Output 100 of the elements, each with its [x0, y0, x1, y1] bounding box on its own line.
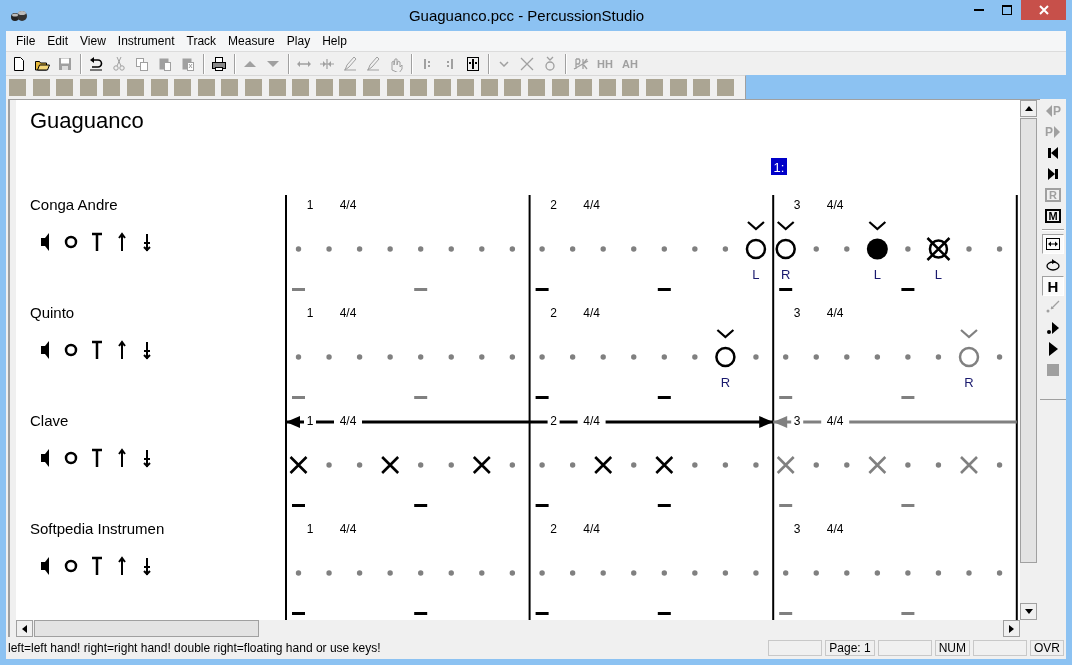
scroll-left-button[interactable] [16, 620, 33, 637]
beat-dot[interactable] [722, 462, 729, 468]
beat-dot[interactable] [509, 462, 516, 468]
beat-dot[interactable] [418, 462, 424, 468]
beat-dot[interactable] [753, 354, 759, 360]
cross-note[interactable] [472, 455, 492, 475]
stem-cross-icon[interactable] [143, 233, 151, 252]
beat-dot[interactable] [844, 246, 850, 252]
beat-dot[interactable] [326, 462, 332, 468]
beat-dot[interactable] [905, 570, 911, 576]
circle-icon[interactable] [64, 235, 78, 249]
beat-dot[interactable] [356, 570, 363, 576]
beat-dot[interactable] [295, 354, 302, 360]
beat-dot[interactable] [813, 462, 819, 468]
beat-dot[interactable] [569, 246, 576, 252]
beat-dot[interactable] [479, 354, 485, 360]
beat-dot[interactable] [600, 246, 606, 252]
beat-dot[interactable] [539, 462, 545, 468]
speaker-icon[interactable] [41, 557, 49, 575]
stem-cross-icon[interactable] [143, 341, 151, 360]
menu-item[interactable]: File [10, 34, 42, 48]
stem-icon[interactable] [90, 340, 104, 361]
beat-dot[interactable] [539, 354, 545, 360]
menu-item[interactable]: Track [180, 34, 223, 48]
beat-dot[interactable] [966, 570, 972, 576]
scroll-up-button[interactable] [1020, 100, 1037, 117]
beat-dot[interactable] [387, 354, 393, 360]
stem-icon[interactable] [90, 556, 104, 577]
beat-dot[interactable] [935, 462, 942, 468]
beat-dot[interactable] [692, 570, 698, 576]
cross-note[interactable] [380, 455, 400, 475]
toolbar-button[interactable] [1042, 234, 1064, 254]
beat-dot[interactable] [813, 570, 819, 576]
beat-dot[interactable] [569, 462, 576, 468]
beat-dot[interactable] [783, 354, 789, 360]
stem-icon[interactable] [90, 448, 104, 469]
beat-dot[interactable] [509, 354, 516, 360]
beat-dot[interactable] [448, 354, 454, 360]
menu-item[interactable]: Help [316, 34, 353, 48]
muted-note[interactable] [926, 236, 951, 262]
beat-dot[interactable] [448, 246, 454, 252]
beat-dot[interactable] [326, 570, 332, 576]
beat-dot[interactable] [905, 462, 911, 468]
toolbar-button[interactable]: M [1042, 206, 1064, 226]
menu-item[interactable]: Play [280, 34, 317, 48]
beat-dot[interactable] [874, 354, 881, 360]
scroll-down-button[interactable] [1020, 603, 1037, 620]
scrollbar-thumb[interactable] [34, 620, 259, 637]
beat-dot[interactable] [418, 354, 424, 360]
beat-dot[interactable] [966, 246, 972, 252]
circle-icon[interactable] [64, 559, 78, 573]
arrow-icon[interactable] [118, 448, 126, 468]
beat-dot[interactable] [631, 246, 637, 252]
beat-dot[interactable] [813, 246, 819, 252]
beat-dot[interactable] [448, 462, 454, 468]
beat-dot[interactable] [509, 570, 516, 576]
beat-dot[interactable] [631, 462, 637, 468]
beat-dot[interactable] [661, 570, 667, 576]
beat-dot[interactable] [326, 354, 332, 360]
beat-dot[interactable] [479, 570, 485, 576]
beat-dot[interactable] [295, 246, 302, 252]
beat-dot[interactable] [509, 246, 516, 252]
open-tone-note[interactable] [715, 346, 736, 368]
open-tone-note[interactable] [745, 238, 767, 260]
circle-icon[interactable] [64, 343, 78, 357]
beat-dot[interactable] [844, 570, 850, 576]
beat-dot[interactable] [600, 570, 606, 576]
speaker-icon[interactable] [41, 449, 49, 467]
scroll-right-button[interactable] [1003, 620, 1020, 637]
beat-dot[interactable] [813, 354, 819, 360]
beat-dot[interactable] [479, 246, 485, 252]
beat-dot[interactable] [387, 570, 393, 576]
beat-dot[interactable] [661, 354, 667, 360]
beat-dot[interactable] [753, 570, 759, 576]
beat-dot[interactable] [905, 354, 911, 360]
speaker-icon[interactable] [41, 341, 49, 359]
beat-dot[interactable] [874, 570, 881, 576]
beat-dot[interactable] [539, 570, 545, 576]
arrow-icon[interactable] [118, 232, 126, 252]
beat-dot[interactable] [905, 246, 911, 252]
beat-dot[interactable] [783, 570, 789, 576]
cross-note[interactable] [289, 455, 308, 475]
beat-dot[interactable] [844, 462, 850, 468]
beat-dot[interactable] [844, 354, 850, 360]
beat-dot[interactable] [387, 246, 393, 252]
beat-dot[interactable] [539, 246, 545, 252]
beat-dot[interactable] [996, 354, 1003, 360]
close-button[interactable] [1021, 0, 1066, 20]
toolbar-button[interactable]: H [1042, 276, 1064, 296]
beat-dot[interactable] [661, 246, 667, 252]
beat-dot[interactable] [631, 354, 637, 360]
beat-dot[interactable] [600, 354, 606, 360]
beat-dot[interactable] [935, 570, 942, 576]
beat-dot[interactable] [569, 354, 576, 360]
speaker-icon[interactable] [41, 233, 49, 251]
stem-cross-icon[interactable] [143, 557, 151, 576]
cross-note[interactable] [655, 455, 674, 475]
beat-dot[interactable] [692, 354, 698, 360]
menu-item[interactable]: Instrument [111, 34, 181, 48]
slap-note[interactable] [866, 238, 888, 260]
